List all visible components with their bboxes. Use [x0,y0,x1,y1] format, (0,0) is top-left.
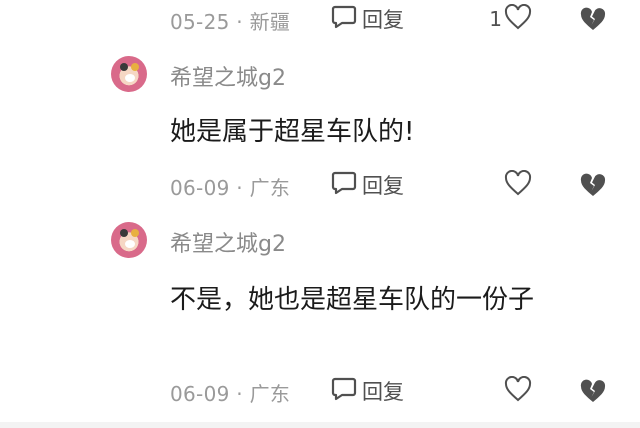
date-location: 05-25 · 新疆 [170,10,291,34]
reply-label: 回复 [362,174,404,198]
broken-heart-icon [580,7,606,30]
username[interactable]: 希望之城g2 [170,226,286,258]
comment-text: 她是属于超星车队的! [170,117,415,147]
heart-outline-icon [504,375,532,406]
date-location: 06-09 · 广东 [170,382,291,406]
reply-button[interactable]: 回复 [331,376,404,406]
comment-meta-row: 06-09 · 广东 回复 [0,372,640,412]
date-location: 06-09 · 广东 [170,176,291,200]
like-button[interactable]: 1 [489,3,532,34]
reply-label: 回复 [362,380,404,404]
username[interactable]: 希望之城g2 [170,60,286,92]
like-button[interactable] [502,169,532,200]
heart-outline-icon [504,169,532,200]
comment-text: 不是，她也是超星车队的一份子 [170,285,535,315]
avatar[interactable] [111,222,147,258]
broken-heart-icon [580,379,606,402]
dislike-button[interactable] [580,7,606,35]
speech-bubble-icon [331,170,357,200]
speech-bubble-icon [331,376,357,406]
like-count: 1 [489,7,502,31]
broken-heart-icon [580,173,606,196]
like-button[interactable] [502,375,532,406]
reply-button[interactable]: 回复 [331,170,404,200]
comment-meta-row: 05-25 · 新疆 回复 1 [0,0,640,40]
divider [0,422,640,428]
avatar[interactable] [111,56,147,92]
comment-meta-row: 06-09 · 广东 回复 [0,166,640,206]
heart-outline-icon [504,3,532,34]
dislike-button[interactable] [580,173,606,201]
reply-label: 回复 [362,8,404,32]
speech-bubble-icon [331,4,357,34]
dislike-button[interactable] [580,379,606,407]
reply-button[interactable]: 回复 [331,4,404,34]
